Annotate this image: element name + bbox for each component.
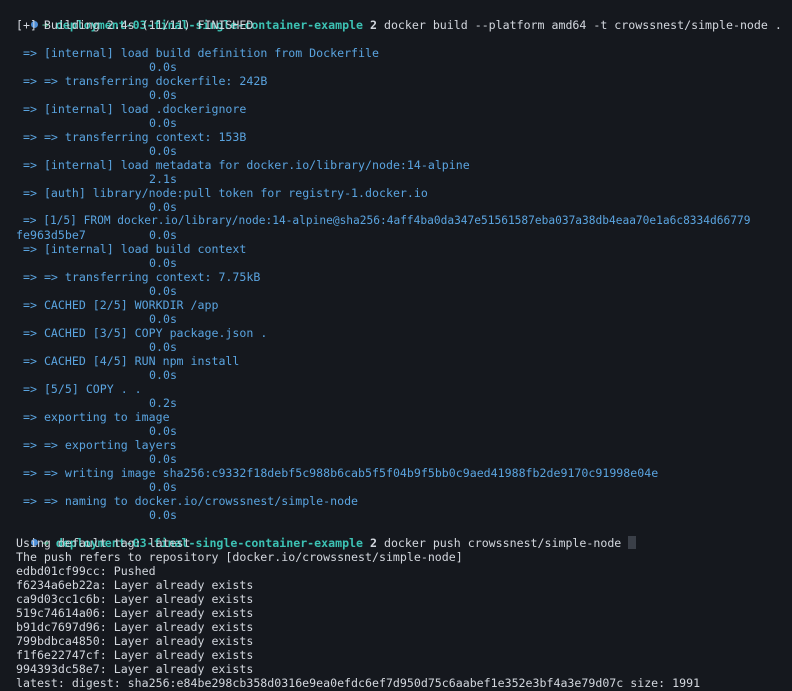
build-step-time: 0.0s [149,88,177,102]
build-step: => => transferring dockerfile: 242B [23,74,268,88]
build-step: => => writing image sha256:c9332f18debf5… [23,466,659,480]
build-step-time: 0.0s [149,340,177,354]
prompt-command: docker build --platform amd64 -t crowssn… [383,18,782,32]
terminal-window[interactable]: ➜ deployment-03-final-single-container-e… [0,0,792,691]
build-step: => [internal] load .dockerignore [23,102,247,116]
push-output-line: f1f6e22747cf: Layer already exists [16,648,254,662]
push-output-line: ca9d03cc1c6b: Layer already exists [16,592,254,606]
push-output-line: b91dc7697d96: Layer already exists [16,620,254,634]
build-step: => [internal] load metadata for docker.i… [23,158,470,172]
push-output-line: 799bdbca4850: Layer already exists [16,634,254,648]
build-step-time: 0.0s [149,312,177,326]
build-step-time: 0.0s [149,424,177,438]
build-step: => [auth] library/node:pull token for re… [23,186,428,200]
push-output-line: f6234a6eb22a: Layer already exists [16,578,254,592]
prompt-command: docker push crowssnest/simple-node [383,536,622,550]
build-step: => [1/5] FROM docker.io/library/node:14-… [23,214,751,227]
build-status: [+] Building 2.4s (11/11) FINISHED [16,18,254,32]
push-output-line: 994393dc58e7: Layer already exists [16,662,254,676]
build-step: => => naming to docker.io/crowssnest/sim… [23,494,359,508]
build-step: => CACHED [3/5] COPY package.json . [23,326,268,340]
build-step: => => exporting layers [23,438,177,452]
build-step-time: 0.0s [149,284,177,298]
build-step-time: 0.0s [149,480,177,494]
build-step-time: 0.0s [149,60,177,74]
build-step: => [5/5] COPY . . [23,382,142,396]
push-output-line: 519c74614a06: Layer already exists [16,606,254,620]
build-step-time: 0.0s [149,144,177,158]
push-output-line: Using default tag: latest [16,536,191,550]
build-step-continuation: fe963d5be7 [16,228,86,242]
build-step: => => transferring context: 7.75kB [23,270,261,284]
push-output-line: edbd01cf99cc: Pushed [16,564,156,578]
build-step-time: 0.0s [149,452,177,466]
prompt-git-number: 2 [370,536,377,550]
build-step-time: 0.0s [149,368,177,382]
text-cursor [628,536,637,549]
push-output-digest: latest: digest: sha256:e84be298cb358d031… [16,676,701,690]
build-step-time: 0.0s [149,256,177,270]
build-step-time: 0.0s [149,508,177,522]
build-step: => CACHED [2/5] WORKDIR /app [23,298,219,312]
build-step: => exporting to image [23,410,170,424]
build-step-time: 0.0s [149,228,177,242]
build-step: => CACHED [4/5] RUN npm install [23,354,240,368]
build-step: => [internal] load build definition from… [23,46,379,60]
build-step-time: 0.0s [149,116,177,130]
build-step: => [internal] load build context [23,242,247,256]
build-step: => => transferring context: 153B [23,130,247,144]
prompt-git-number: 2 [370,18,377,32]
build-step-time: 0.0s [149,200,177,214]
prompt-line-build: ➜ deployment-03-final-single-container-e… [3,4,782,32]
build-step-time: 0.2s [149,396,177,410]
prompt-line-push: ➜ deployment-03-final-single-container-e… [3,522,637,550]
push-output-line: The push refers to repository [docker.io… [16,550,463,564]
build-step-time: 2.1s [149,172,177,186]
